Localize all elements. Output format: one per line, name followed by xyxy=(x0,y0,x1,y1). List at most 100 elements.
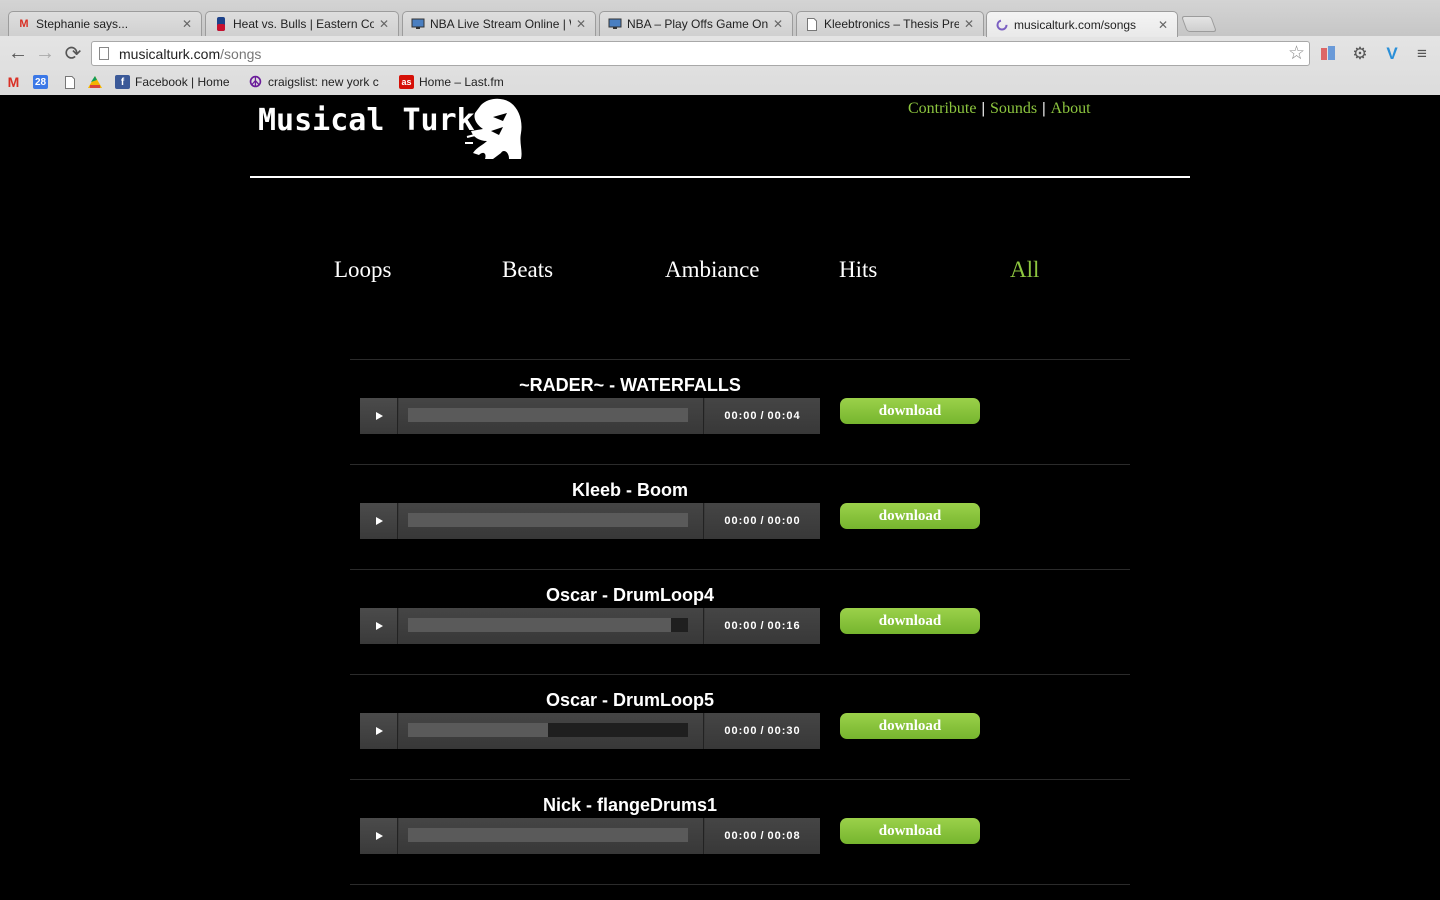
song-title: Oscar - DrumLoop5 xyxy=(545,690,715,710)
tab-musicalturk[interactable]: musicalturk.com/songs ✕ xyxy=(986,11,1178,37)
buffer-fill xyxy=(408,828,688,842)
song-row: ~RADER~ - WATERFALLS 00:00/00:04 downloa… xyxy=(350,359,1130,464)
gmail-icon: M xyxy=(7,74,20,90)
song-title: Oscar - DrumLoop4 xyxy=(545,585,715,605)
bookmark-gmail[interactable]: M xyxy=(6,74,26,90)
bookmark-lastfm[interactable]: as Home – Last.fm xyxy=(399,74,504,90)
tab-strip: M Stephanie says... ✕ Heat vs. Bulls | E… xyxy=(0,0,1440,37)
close-icon[interactable]: ✕ xyxy=(772,17,784,31)
tab-nba-live[interactable]: NBA Live Stream Online | W ✕ xyxy=(402,11,596,36)
download-button[interactable]: download xyxy=(840,503,980,529)
category-beats[interactable]: Beats xyxy=(502,257,553,283)
download-button[interactable]: download xyxy=(840,713,980,739)
new-tab-button[interactable] xyxy=(1181,16,1217,32)
seek-bar[interactable] xyxy=(408,828,688,842)
menu-icon[interactable]: ≡ xyxy=(1412,44,1432,64)
category-ambiance[interactable]: Ambiance xyxy=(665,257,760,283)
nav-contribute[interactable]: Contribute xyxy=(908,100,976,117)
tab-title: Stephanie says... xyxy=(36,17,129,31)
document-icon xyxy=(805,17,819,31)
nav-about[interactable]: About xyxy=(1051,100,1091,117)
document-icon xyxy=(62,75,77,89)
bookmark-document[interactable] xyxy=(62,74,82,90)
url-text: musicalturk.com/songs xyxy=(119,46,261,62)
close-icon[interactable]: ✕ xyxy=(575,17,587,31)
tab-title: NBA – Play Offs Game One xyxy=(627,17,768,31)
tab-kleebtronics[interactable]: Kleebtronics – Thesis Pres ✕ xyxy=(796,11,984,36)
close-icon[interactable]: ✕ xyxy=(181,17,193,31)
time-separator: / xyxy=(760,830,765,842)
address-bar[interactable]: musicalturk.com/songs ☆ xyxy=(91,41,1310,66)
download-button[interactable]: download xyxy=(840,398,980,424)
seek-bar[interactable] xyxy=(408,513,688,527)
bookmark-drive[interactable] xyxy=(87,74,107,90)
close-icon[interactable]: ✕ xyxy=(1157,18,1169,32)
play-button[interactable] xyxy=(360,713,398,749)
seek-bar[interactable] xyxy=(408,618,688,632)
audio-player: 00:00/00:04 xyxy=(360,398,820,434)
extension-icon[interactable] xyxy=(1318,44,1338,64)
bookmarks-bar: M 28 f Facebook | Home ☮ craigslist: new… xyxy=(0,70,1440,94)
song-row: Kleeb - Boom 00:00/00:00 download xyxy=(350,464,1130,569)
duration: 00:30 xyxy=(767,725,801,737)
category-all[interactable]: All xyxy=(1010,257,1039,283)
site-logo[interactable]: Musical Turk xyxy=(258,97,528,159)
play-button[interactable] xyxy=(360,608,398,644)
audio-player: 00:00/00:16 xyxy=(360,608,820,644)
nav-separator: | xyxy=(1042,100,1046,117)
url-domain: musicalturk.com xyxy=(119,46,221,62)
seek-bar-container xyxy=(399,608,704,644)
back-arrow-icon[interactable]: ← xyxy=(6,41,30,65)
current-time: 00:00 xyxy=(724,410,758,422)
reload-icon[interactable]: ⟳ xyxy=(61,41,85,65)
url-path: /songs xyxy=(220,46,262,62)
bookmark-label: Facebook | Home xyxy=(135,75,230,89)
seek-bar[interactable] xyxy=(408,408,688,422)
time-separator: / xyxy=(760,515,765,527)
tab-nba-playoffs[interactable]: NBA – Play Offs Game One ✕ xyxy=(599,11,793,36)
toolbar: ← → ⟳ musicalturk.com/songs ☆ ⚙ V ≡ xyxy=(0,36,1440,70)
time-separator: / xyxy=(760,725,765,737)
nav-separator: | xyxy=(981,100,985,117)
settings-gear-icon[interactable]: ⚙ xyxy=(1350,44,1370,64)
bookmark-facebook[interactable]: f Facebook | Home xyxy=(115,74,230,90)
turk-face-icon xyxy=(465,98,522,159)
lastfm-icon: as xyxy=(399,75,414,89)
page-icon xyxy=(99,47,109,60)
audio-player: 00:00/00:30 xyxy=(360,713,820,749)
logo-text: Musical Turk xyxy=(258,103,475,138)
peace-icon: ☮ xyxy=(248,74,263,91)
download-button[interactable]: download xyxy=(840,608,980,634)
song-row: Oscar - DrumLoop4 00:00/00:16 download xyxy=(350,569,1130,674)
buffer-fill xyxy=(408,513,688,527)
top-nav: Contribute | Sounds | About xyxy=(908,100,1091,118)
tab-gmail[interactable]: M Stephanie says... ✕ xyxy=(8,11,202,36)
header-divider xyxy=(250,176,1190,178)
category-hits[interactable]: Hits xyxy=(839,257,877,283)
facebook-icon: f xyxy=(115,75,130,89)
category-loops[interactable]: Loops xyxy=(334,257,392,283)
drive-icon xyxy=(87,75,102,89)
current-time: 00:00 xyxy=(724,620,758,632)
page-content: Musical Turk Contribute | Sounds | About Loo… xyxy=(0,95,1440,900)
bookmark-star-icon[interactable]: ☆ xyxy=(1288,42,1305,65)
bookmark-label: craigslist: new york c xyxy=(268,75,379,89)
v-extension-icon[interactable]: V xyxy=(1382,44,1402,64)
close-icon[interactable]: ✕ xyxy=(378,17,390,31)
audio-player: 00:00/00:08 xyxy=(360,818,820,854)
time-display: 00:00/00:30 xyxy=(705,713,820,749)
close-icon[interactable]: ✕ xyxy=(963,17,975,31)
bookmark-craigslist[interactable]: ☮ craigslist: new york c xyxy=(248,74,379,91)
nav-sounds[interactable]: Sounds xyxy=(990,100,1037,117)
play-button[interactable] xyxy=(360,398,398,434)
bookmark-calendar[interactable]: 28 xyxy=(33,74,53,90)
play-button[interactable] xyxy=(360,503,398,539)
seek-bar[interactable] xyxy=(408,723,688,737)
tab-heat-bulls[interactable]: Heat vs. Bulls | Eastern Co ✕ xyxy=(205,11,399,36)
download-button[interactable]: download xyxy=(840,818,980,844)
forward-arrow-icon[interactable]: → xyxy=(33,41,57,65)
loading-icon xyxy=(995,18,1009,32)
play-button[interactable] xyxy=(360,818,398,854)
gmail-icon: M xyxy=(19,18,29,30)
seek-bar-container xyxy=(399,398,704,434)
